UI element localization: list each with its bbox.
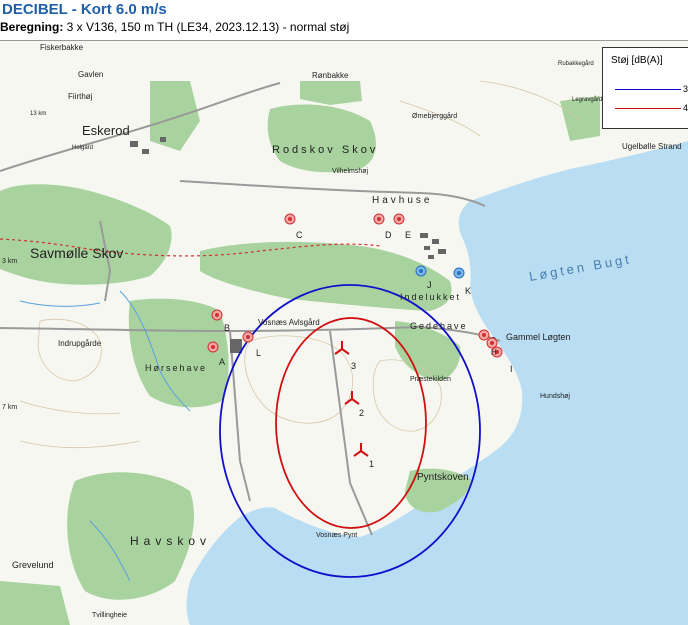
label-tvillingheie: Tvillingheie — [92, 612, 127, 619]
label-havhuse: Havhuse — [372, 195, 432, 206]
label-fiskerbakke: Fiskerbakke — [40, 43, 84, 52]
receptor-label-H: H — [491, 348, 497, 357]
label-savmolle-skov: Savmølle Skov — [30, 245, 123, 261]
label-indelukket: Indelukket — [400, 292, 461, 302]
label-havskov: Havskov — [130, 534, 211, 548]
receptor-label-A: A — [219, 357, 225, 367]
label-rodskov-skov: Rodskov Skov — [272, 144, 378, 156]
label-grevelund: Grevelund — [12, 560, 54, 570]
turbine-label-3: 3 — [351, 361, 356, 371]
legend-title: Støj [dB(A)] — [611, 55, 663, 66]
receptor-label-B: B — [224, 323, 230, 333]
receptor-label-L: L — [256, 348, 261, 358]
label-vosnaes-pynt: Vosnæs Pynt — [316, 532, 357, 539]
label-legravgard: Legravgård — [572, 96, 602, 103]
receptor-H[interactable]: H — [491, 346, 503, 358]
legend-value-37: 37 — [683, 84, 688, 94]
label-omnebjerggard: Ørnebjerggård — [412, 112, 457, 120]
subtitle-label: Beregning: — [0, 20, 64, 34]
report-header: DECIBEL - Kort 6.0 m/s Beregning: 3 x V1… — [0, 0, 688, 40]
label-vosnaes-avlsgard: Vosnæs Avlsgård — [258, 318, 320, 327]
receptor-label-C: C — [296, 230, 303, 240]
map-canvas[interactable]: Fiskerbakke Gavlen Fiirthøj Eskerod Holg… — [0, 41, 688, 625]
label-km-7: 7 km — [2, 404, 17, 411]
legend-line-42 — [615, 108, 681, 109]
noise-legend: Støj [dB(A)] 37 42 — [602, 47, 688, 129]
label-vilhelmshoj: Vilhelmshøj — [332, 168, 368, 175]
page-title: DECIBEL - Kort 6.0 m/s — [2, 1, 167, 18]
receptor-label-D: D — [385, 230, 392, 240]
receptor-label-J: J — [427, 280, 432, 290]
label-eskerod: Eskerod — [82, 123, 130, 138]
label-indrupgarde: Indrupgårde — [58, 339, 102, 348]
label-gammel-loegten: Gammel Løgten — [506, 332, 571, 342]
label-km-3: 3 km — [2, 258, 17, 265]
label-horsehave: Hørsehave — [145, 363, 207, 373]
turbine-label-2: 2 — [359, 408, 364, 418]
label-fiirthoj: Fiirthøj — [68, 92, 93, 101]
label-ronbakke: Rønbakke — [312, 71, 349, 80]
label-praestekilden: Præstekilden — [410, 376, 451, 383]
label-holgard: Holgard — [72, 145, 93, 151]
receptor-label-E: E — [405, 230, 411, 240]
label-gavlen: Gavlen — [78, 70, 103, 79]
label-gedehave: Gedehave — [410, 321, 468, 331]
turbine-label-1: 1 — [369, 459, 374, 469]
legend-value-42: 42 — [683, 103, 688, 113]
label-hundshoj: Hundshøj — [540, 393, 570, 400]
legend-line-37 — [615, 89, 681, 90]
receptor-label-I: I — [510, 364, 513, 374]
label-ugelbolle-strand: Ugelbølle Strand — [622, 142, 682, 151]
label-pyntskoven: Pyntskoven — [417, 472, 469, 483]
calculation-subtitle: Beregning: 3 x V136, 150 m TH (LE34, 202… — [0, 20, 349, 34]
label-km-13: 13 km — [30, 111, 46, 117]
noise-map[interactable]: Fiskerbakke Gavlen Fiirthøj Eskerod Holg… — [0, 40, 688, 625]
subtitle-text: 3 x V136, 150 m TH (LE34, 2023.12.13) - … — [63, 20, 350, 34]
label-rubakkegard: Rubakkegård — [558, 60, 594, 67]
receptor-label-K: K — [465, 286, 471, 296]
